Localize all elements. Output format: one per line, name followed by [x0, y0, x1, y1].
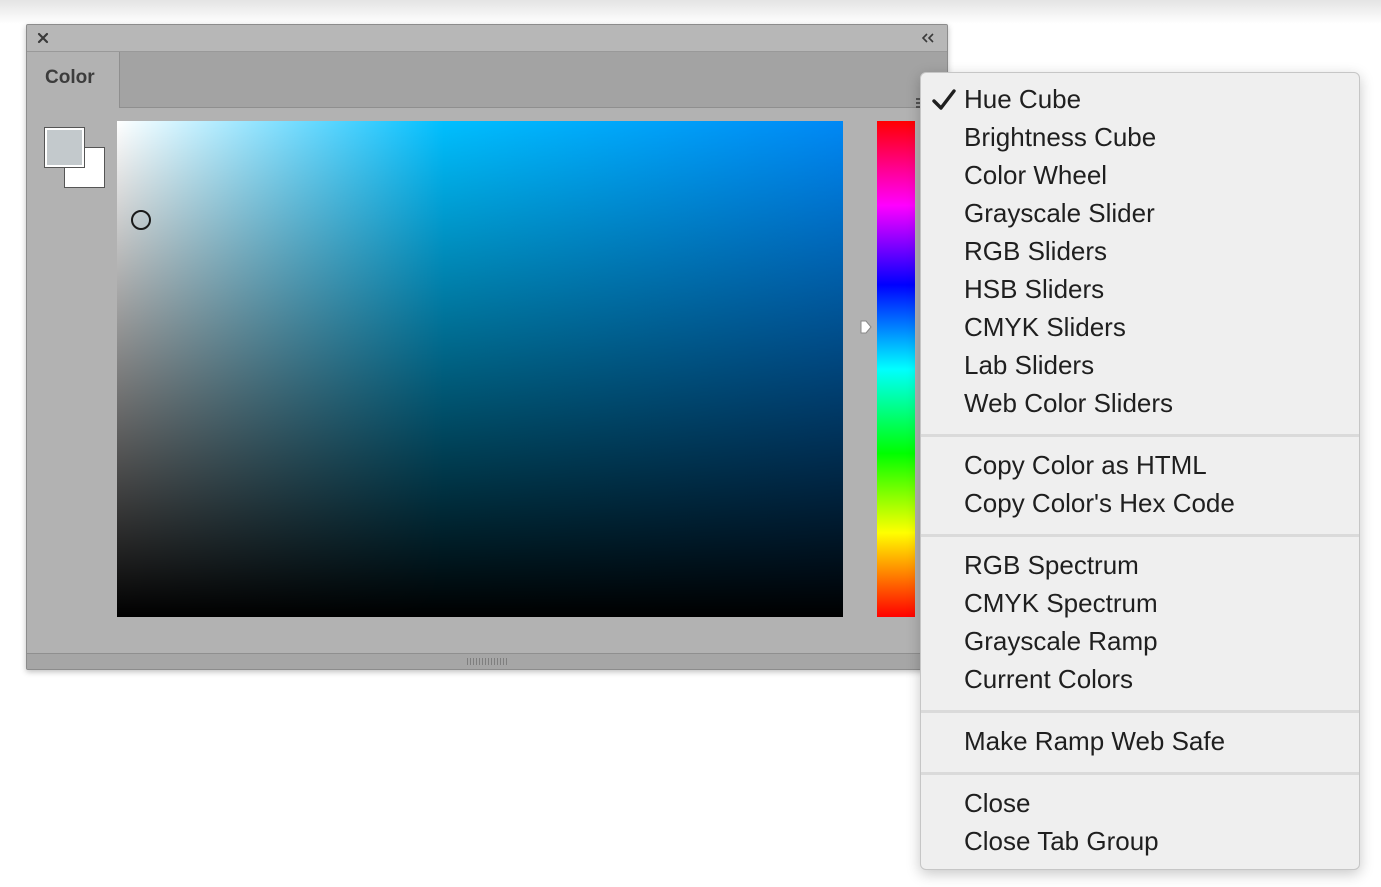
- menu-item-current-colors[interactable]: Current Colors: [921, 660, 1359, 698]
- menu-item-close[interactable]: Close: [921, 784, 1359, 822]
- menu-item-label: Grayscale Ramp: [964, 626, 1158, 656]
- menu-item-rgb-spectrum[interactable]: RGB Spectrum: [921, 546, 1359, 584]
- menu-item-copy-hex-code[interactable]: Copy Color's Hex Code: [921, 484, 1359, 522]
- menu-separator: [921, 534, 1359, 537]
- menu-item-label: HSB Sliders: [964, 274, 1105, 304]
- menu-item-close-tab-group[interactable]: Close Tab Group: [921, 822, 1359, 860]
- resize-grip[interactable]: [467, 658, 507, 665]
- menu-item-brightness-cube[interactable]: Brightness Cube: [921, 118, 1359, 156]
- menu-item-lab-sliders[interactable]: Lab Sliders: [921, 346, 1359, 384]
- menu-item-label: CMYK Sliders: [964, 312, 1126, 342]
- menu-item-label: Make Ramp Web Safe: [964, 726, 1226, 756]
- menu-item-cmyk-sliders[interactable]: CMYK Sliders: [921, 308, 1359, 346]
- panel-bottom-bar: [27, 653, 947, 669]
- fill-color-swatch[interactable]: [44, 127, 85, 168]
- hue-slider-handle[interactable]: [858, 319, 874, 335]
- tab-color[interactable]: Color: [27, 52, 120, 108]
- menu-item-copy-color-as-html[interactable]: Copy Color as HTML: [921, 446, 1359, 484]
- menu-item-cmyk-spectrum[interactable]: CMYK Spectrum: [921, 584, 1359, 622]
- menu-item-make-ramp-web-safe[interactable]: Make Ramp Web Safe: [921, 722, 1359, 760]
- menu-item-label: Copy Color as HTML: [964, 450, 1207, 480]
- menu-item-grayscale-slider[interactable]: Grayscale Slider: [921, 194, 1359, 232]
- menu-item-color-wheel[interactable]: Color Wheel: [921, 156, 1359, 194]
- menu-separator: [921, 772, 1359, 775]
- background-top-fade: [0, 0, 1381, 24]
- checkmark-icon: [932, 89, 956, 110]
- menu-separator: [921, 710, 1359, 713]
- menu-item-label: Lab Sliders: [964, 350, 1095, 380]
- menu-item-label: Current Colors: [964, 664, 1134, 694]
- menu-item-label: RGB Sliders: [964, 236, 1108, 266]
- hue-cube-color-field[interactable]: [117, 121, 843, 617]
- menu-item-rgb-sliders[interactable]: RGB Sliders: [921, 232, 1359, 270]
- panel-title-bar[interactable]: [27, 25, 947, 52]
- menu-separator: [921, 434, 1359, 437]
- menu-item-web-color-sliders[interactable]: Web Color Sliders: [921, 384, 1359, 422]
- color-picker-ring[interactable]: [131, 210, 151, 230]
- color-panel: Color: [26, 24, 948, 670]
- menu-item-label: Color Wheel: [964, 160, 1108, 190]
- hue-strip[interactable]: [877, 121, 915, 617]
- menu-item-label: CMYK Spectrum: [964, 588, 1158, 618]
- menu-item-label: RGB Spectrum: [964, 550, 1139, 580]
- menu-item-label: Grayscale Slider: [964, 198, 1155, 228]
- menu-item-grayscale-ramp[interactable]: Grayscale Ramp: [921, 622, 1359, 660]
- menu-item-label: Close Tab Group: [964, 826, 1159, 856]
- menu-item-label: Brightness Cube: [964, 122, 1157, 152]
- panel-flyout-menu: Hue Cube Brightness Cube Color Wheel Gra…: [920, 72, 1360, 870]
- menu-item-label: Hue Cube: [964, 84, 1082, 114]
- menu-item-hsb-sliders[interactable]: HSB Sliders: [921, 270, 1359, 308]
- menu-item-label: Copy Color's Hex Code: [964, 488, 1235, 518]
- panel-tab-strip: Color: [27, 52, 947, 111]
- menu-item-hue-cube[interactable]: Hue Cube: [921, 80, 1359, 118]
- double-chevron-left-icon[interactable]: [919, 32, 937, 44]
- menu-item-label: Web Color Sliders: [964, 388, 1174, 418]
- menu-item-label: Close: [964, 788, 1031, 818]
- close-icon[interactable]: [36, 31, 50, 45]
- tab-color-label: Color: [45, 67, 95, 88]
